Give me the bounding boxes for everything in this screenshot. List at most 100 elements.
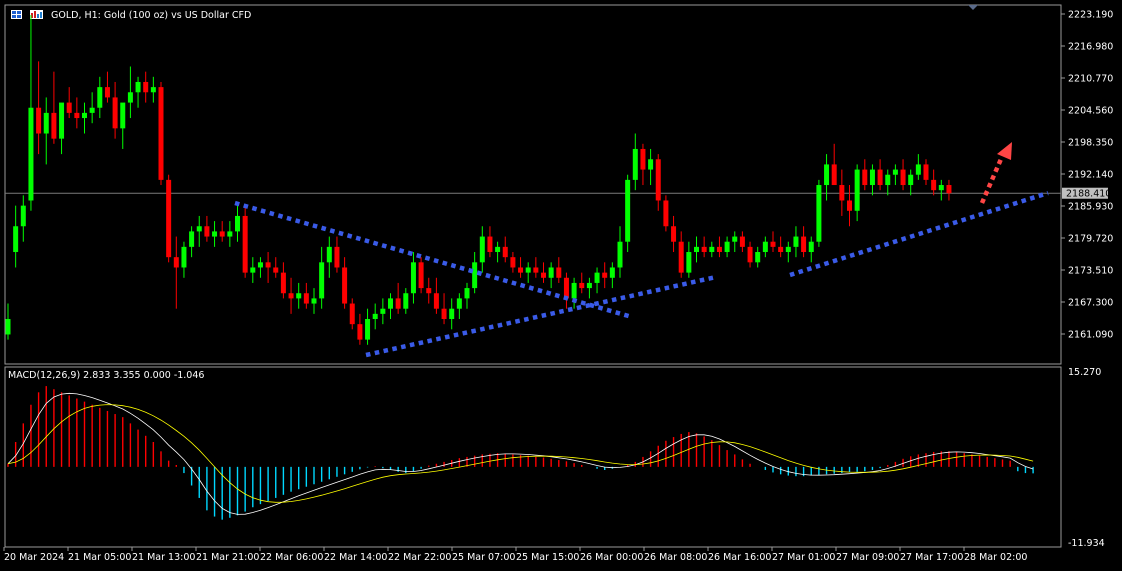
- candle-body: [265, 262, 271, 268]
- candle: [212, 221, 218, 247]
- candle-body: [931, 179, 937, 191]
- time-label: 21 Mar 21:00: [196, 552, 259, 563]
- candle: [479, 226, 485, 273]
- candle-body: [250, 267, 256, 273]
- candle-body: [104, 87, 110, 98]
- candle-body: [212, 231, 218, 237]
- time-label: 22 Mar 22:00: [388, 552, 451, 563]
- candle: [694, 236, 699, 263]
- candle: [66, 87, 72, 119]
- candle-body: [793, 236, 799, 247]
- candle-body: [915, 164, 921, 175]
- candle-body: [694, 246, 699, 253]
- candle: [885, 169, 891, 196]
- candle-body: [472, 262, 478, 289]
- candle: [541, 262, 546, 283]
- candle: [74, 97, 80, 129]
- candle: [449, 298, 455, 330]
- candle-body: [166, 179, 172, 258]
- candle: [13, 205, 19, 268]
- candle-body: [311, 298, 317, 304]
- candle-body: [418, 262, 424, 289]
- candle: [288, 277, 294, 314]
- candle: [625, 174, 631, 253]
- candle: [51, 71, 57, 144]
- candle: [533, 257, 539, 278]
- candle-body: [342, 267, 348, 304]
- candle: [410, 252, 416, 304]
- candle-body: [571, 282, 577, 299]
- candle-body: [839, 185, 845, 201]
- candle-body: [869, 169, 875, 186]
- candle-body: [862, 169, 868, 186]
- support-trendline-2[interactable]: [789, 190, 1049, 278]
- candle: [862, 159, 868, 191]
- candle: [510, 252, 516, 273]
- candle-body: [242, 215, 248, 273]
- candle: [296, 282, 302, 309]
- candle-body: [227, 231, 233, 237]
- candle: [709, 241, 715, 258]
- candle: [946, 179, 952, 201]
- candle: [900, 159, 906, 191]
- candle: [785, 241, 791, 263]
- candle-body: [739, 236, 745, 247]
- candle: [938, 179, 944, 201]
- candle: [97, 76, 103, 119]
- price-label: 2210.770: [1068, 74, 1113, 85]
- candle-body: [395, 298, 401, 309]
- candle: [732, 231, 738, 253]
- candle: [869, 164, 875, 196]
- chart-shift-marker[interactable]: [968, 5, 978, 10]
- candle: [525, 262, 531, 283]
- candle: [770, 231, 776, 253]
- resistance-trendline[interactable]: [234, 200, 633, 320]
- candle-body: [732, 236, 738, 242]
- candle: [839, 169, 845, 216]
- candle-body: [158, 87, 164, 180]
- candle-body: [816, 185, 822, 242]
- candle: [487, 226, 493, 258]
- candle: [219, 221, 225, 242]
- candle-body: [648, 159, 654, 170]
- candle-body: [82, 112, 87, 119]
- candle: [464, 282, 470, 309]
- candle-body: [135, 81, 141, 93]
- time-label: 26 Mar 08:00: [644, 552, 707, 563]
- window-tiles-icon[interactable]: [11, 10, 43, 19]
- price-label: 2161.090: [1068, 330, 1113, 341]
- candle-body: [280, 272, 286, 294]
- time-label: 25 Mar 07:00: [452, 552, 515, 563]
- candle: [380, 298, 386, 325]
- candle: [716, 236, 722, 258]
- macd-pane-border: [4, 366, 1062, 548]
- time-label: 21 Mar 05:00: [68, 552, 131, 563]
- price-label: 2173.510: [1068, 266, 1113, 277]
- price-label: 2179.720: [1068, 234, 1113, 245]
- candle: [923, 159, 929, 186]
- candle: [189, 226, 195, 258]
- candle: [227, 221, 233, 247]
- candle-body: [36, 107, 42, 134]
- candle: [326, 236, 332, 278]
- candle: [586, 277, 592, 299]
- candle: [349, 298, 355, 330]
- candle: [609, 262, 615, 289]
- bullish-arrow[interactable]: [979, 142, 1012, 204]
- candle: [892, 164, 898, 186]
- candle: [778, 236, 784, 258]
- macd-line: [7, 392, 1034, 515]
- candle: [166, 174, 172, 263]
- candle-body: [365, 319, 371, 340]
- candle-body: [640, 148, 646, 170]
- trendlines[interactable]: [234, 190, 1049, 358]
- candle-body: [755, 252, 761, 263]
- price-label: 2185.930: [1068, 202, 1113, 213]
- candle-body: [181, 246, 187, 268]
- candle: [747, 241, 753, 268]
- candle: [594, 267, 600, 294]
- candle: [931, 169, 937, 196]
- candle-body: [150, 87, 156, 93]
- candle: [28, 14, 34, 211]
- candle-body: [824, 164, 830, 186]
